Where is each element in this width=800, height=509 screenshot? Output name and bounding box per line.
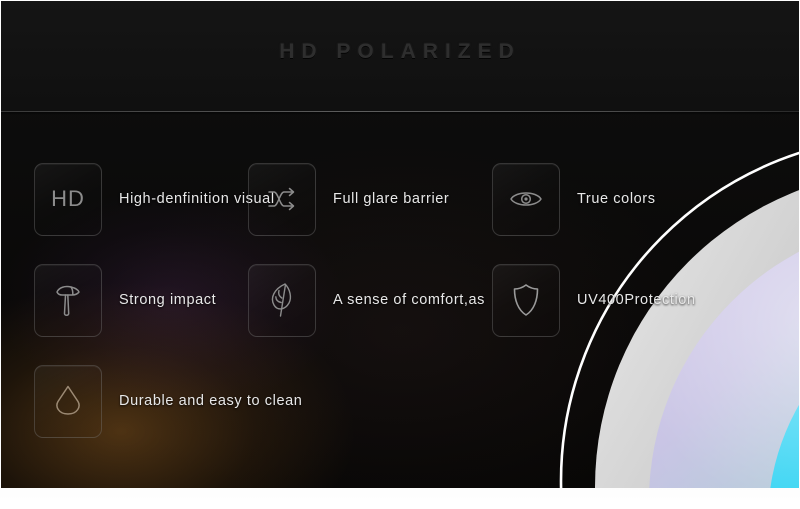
feature-label: Durable and easy to clean: [119, 393, 303, 409]
droplet-icon-glyph: [56, 385, 80, 415]
eye-icon: [492, 162, 560, 236]
shield-icon-glyph: [513, 284, 539, 316]
shuffle-icon: [248, 162, 316, 236]
hd-icon: HD: [34, 162, 102, 236]
feature-item-durable-easy-to-clean[interactable]: Durable and easy to clean: [1, 351, 302, 451]
page-title: HD POLARIZED: [279, 40, 521, 63]
feature-row: Strong impact A sense of comfort,as UV40…: [1, 250, 799, 350]
feature-label: True colors: [577, 191, 656, 207]
feature-grid: HD High-denfinition visual Full glare ba…: [1, 111, 799, 488]
hd-icon-label: HD: [51, 186, 85, 211]
feature-item-true-colors[interactable]: True colors: [489, 149, 733, 249]
feature-row: Durable and easy to clean: [1, 351, 799, 451]
eye-icon-glyph: [510, 192, 542, 206]
feature-item-a-sense-of-comfort[interactable]: A sense of comfort,as: [245, 250, 489, 350]
feather-icon-glyph: [271, 283, 292, 317]
feature-item-high-definition-visual[interactable]: HD High-denfinition visual: [1, 149, 274, 249]
feature-label: Strong impact: [119, 292, 217, 308]
feature-item-full-glare-barrier[interactable]: Full glare barrier: [245, 149, 489, 249]
hd-polarized-banner: HD POLARIZED HD High-denfinition visual …: [0, 0, 800, 509]
shuffle-icon-glyph: [268, 187, 295, 211]
bottom-white-strip: [0, 488, 800, 509]
feature-row: HD High-denfinition visual Full glare ba…: [1, 149, 799, 249]
feather-icon: [248, 263, 316, 337]
feature-label: A sense of comfort,as: [333, 292, 486, 308]
feature-label: Full glare barrier: [333, 191, 450, 207]
droplet-icon: [34, 364, 102, 438]
feature-label: UV400Protection: [577, 292, 696, 308]
feature-item-uv400-protection[interactable]: UV400Protection: [489, 250, 733, 350]
hammer-icon: [34, 263, 102, 337]
hammer-icon-glyph: [56, 285, 80, 317]
frame-top-border: [0, 0, 800, 1]
feature-item-strong-impact[interactable]: Strong impact: [1, 250, 245, 350]
feature-item-empty-2: [489, 351, 733, 451]
shield-icon: [492, 263, 560, 337]
dark-panel: HD POLARIZED HD High-denfinition visual …: [1, 1, 799, 488]
frame-left-border: [0, 0, 1, 489]
